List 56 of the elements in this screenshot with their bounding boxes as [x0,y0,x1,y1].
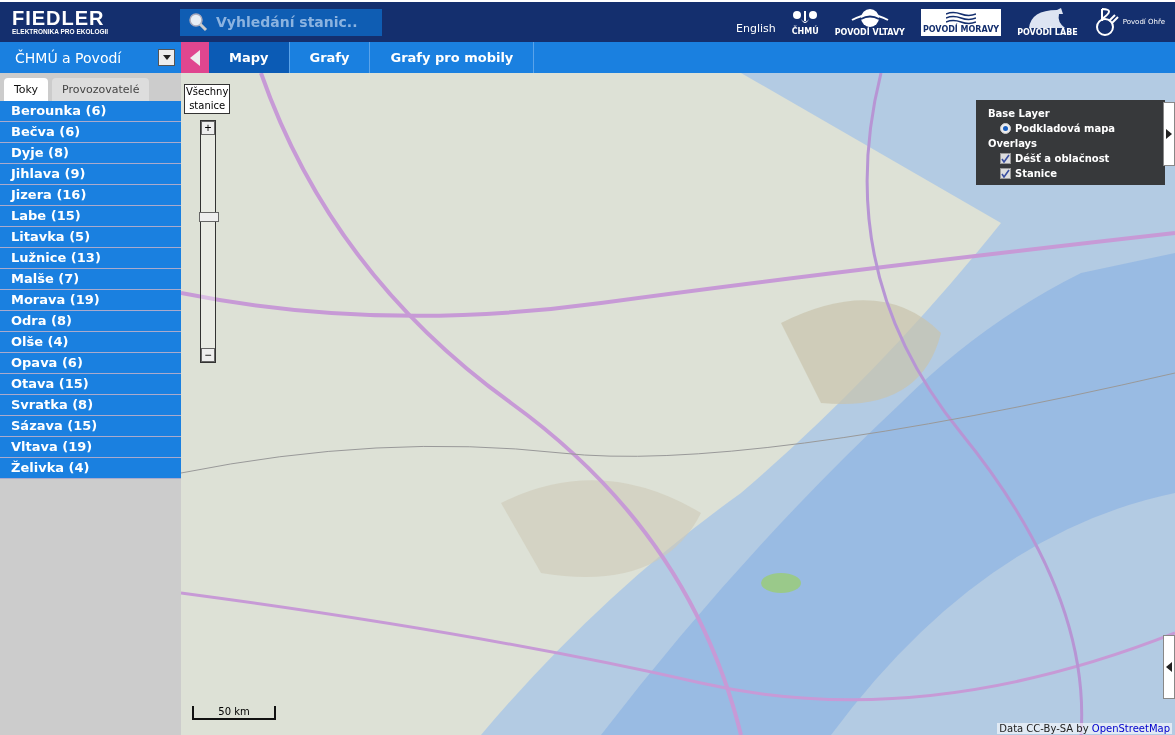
collapse-button[interactable] [181,42,209,73]
left-arrow-icon [1166,662,1172,672]
section-title: Overlays [988,138,1039,149]
zoom-in-button[interactable]: + [201,121,215,135]
expand-tab[interactable] [1163,635,1175,699]
attribution-text: Data CC-By-SA by [999,723,1089,734]
letter-mark-icon [1093,7,1120,37]
river-item[interactable]: Jihlava (9) [0,164,181,185]
river-item[interactable]: Litavka (5) [0,227,181,248]
zoom-handle[interactable] [199,212,219,222]
partner-logo-text: POVODÍ MORAVY [922,24,1000,34]
attribution-link[interactable]: OpenStreetMap [1091,723,1170,734]
sidebar-tab[interactable]: Provozovatelé [52,78,150,101]
radio-button[interactable] [1000,123,1011,134]
left-arrow-icon [190,49,200,66]
language-link[interactable]: English [736,21,776,35]
checkbox[interactable] [1000,153,1011,164]
river-item[interactable]: Labe (15) [0,206,181,227]
search-icon [188,12,208,32]
zoom-out-button[interactable]: − [201,348,215,362]
brand-logo: FIEDLER [12,8,105,28]
river-item[interactable]: Svratka (8) [0,395,181,416]
checkbox[interactable] [1000,168,1011,179]
sidebar-tab[interactable]: Toky [4,78,49,101]
layer-label: Podkladová mapa [1015,123,1116,134]
source-dropdown[interactable]: ČHMÚ a Povodí [0,42,180,73]
river-item[interactable]: Sázava (15) [0,416,181,437]
river-item[interactable]: Malše (7) [0,269,181,290]
partner-logo-text: ČHMÚ [791,26,819,36]
river-item[interactable]: Berounka (6) [0,101,181,122]
right-arrow-icon [1166,129,1172,139]
river-item[interactable]: Otava (15) [0,374,181,395]
expand-tab[interactable] [1163,102,1175,166]
river-item[interactable]: Opava (6) [0,353,181,374]
all-stations-button[interactable]: Všechny stanice [184,84,231,114]
search-field[interactable]: Vyhledání stanic.. [180,8,382,36]
layer-label: Déšť a oblačnost [1015,153,1110,164]
nav-tab[interactable]: Mapy [209,42,290,73]
section-title: Base Layer [988,108,1051,119]
river-item[interactable]: Bečva (6) [0,122,181,143]
river-item[interactable]: Lužnice (13) [0,248,181,269]
partner-logo-text: POVODÍ LABE [1017,27,1078,37]
river-item[interactable]: Želivka (4) [0,458,181,479]
waves-icon [946,10,976,25]
river-item[interactable]: Vltava (19) [0,437,181,458]
layer-label: Stanice [1015,168,1057,179]
partner-logo-text: POVODÍ VLTAVY [834,27,905,37]
caret-icon [162,55,171,60]
zoom-slider[interactable]: + − [200,120,216,363]
river-item[interactable]: Jizera (16) [0,185,181,206]
scale-bar: 50 km [192,706,276,720]
river-item[interactable]: Olše (4) [0,332,181,353]
wave-circle-icon [849,7,890,28]
river-item[interactable]: Odra (8) [0,311,181,332]
river-item[interactable]: Dyje (8) [0,143,181,164]
river-item[interactable]: Morava (19) [0,290,181,311]
